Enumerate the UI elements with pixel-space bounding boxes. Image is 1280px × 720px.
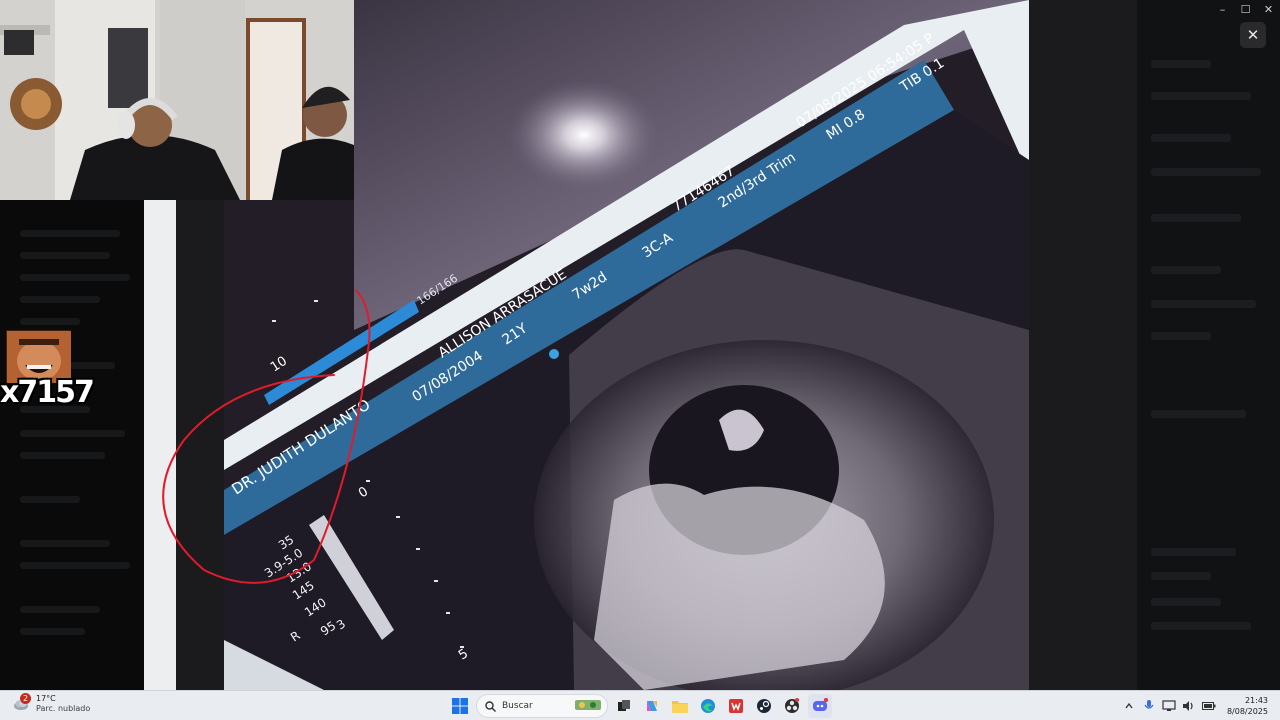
obs-icon[interactable] xyxy=(780,694,804,718)
clock-date: 8/08/2025 xyxy=(1226,707,1268,716)
cursor-marker xyxy=(549,349,559,359)
task-view-icon[interactable] xyxy=(612,694,636,718)
taskbar-search-box[interactable]: Buscar xyxy=(476,694,608,718)
system-tray: 21:43 8/08/2025 xyxy=(1119,691,1280,720)
search-highlight-icon xyxy=(575,697,601,716)
viewer-left-strip xyxy=(144,200,176,690)
battery-icon[interactable] xyxy=(1200,697,1218,715)
volume-icon[interactable] xyxy=(1180,697,1198,715)
maximize-button[interactable]: ☐ xyxy=(1234,0,1257,20)
discord-icon[interactable] xyxy=(808,694,832,718)
taskbar: 2 17°C Parc. nublado Buscar 21:43 8/08/2… xyxy=(0,690,1280,720)
chevron-up-icon[interactable] xyxy=(1120,697,1138,715)
search-icon xyxy=(485,697,496,716)
background-app-window xyxy=(1137,0,1280,690)
viewer-close-button[interactable]: ✕ xyxy=(1240,22,1266,48)
close-window-button[interactable]: ✕ xyxy=(1257,0,1280,20)
search-placeholder: Buscar xyxy=(502,701,533,711)
minimize-button[interactable]: – xyxy=(1211,0,1234,20)
office-app-icon[interactable] xyxy=(724,694,748,718)
weather-temperature: 17°C xyxy=(36,694,56,703)
copilot-icon[interactable] xyxy=(640,694,664,718)
steam-icon[interactable] xyxy=(752,694,776,718)
weather-notification-badge: 2 xyxy=(20,693,31,704)
taskbar-clock[interactable]: 21:43 8/08/2025 xyxy=(1227,695,1268,717)
network-icon[interactable] xyxy=(1160,697,1178,715)
weather-description: Parc. nublado xyxy=(36,704,91,713)
emote-counter: x7157 xyxy=(0,375,95,410)
desktop-screen: – ☐ ✕ DR. JUDITH DULANTO 07/08/2004 ALLI… xyxy=(0,0,1280,720)
microphone-icon[interactable] xyxy=(1140,697,1158,715)
weather-cloud-icon: 2 xyxy=(12,693,31,713)
windows-start-icon[interactable] xyxy=(448,694,472,718)
weather-widget[interactable]: 2 17°C Parc. nublado xyxy=(12,693,91,714)
taskbar-pinned-apps: Buscar xyxy=(448,694,832,718)
edge-browser-icon[interactable] xyxy=(696,694,720,718)
background-chat xyxy=(0,200,144,690)
webcam-overlay xyxy=(0,0,354,200)
window-controls: – ☐ ✕ xyxy=(1211,0,1280,20)
clock-time: 21:43 xyxy=(1244,696,1268,705)
file-explorer-icon[interactable] xyxy=(668,694,692,718)
